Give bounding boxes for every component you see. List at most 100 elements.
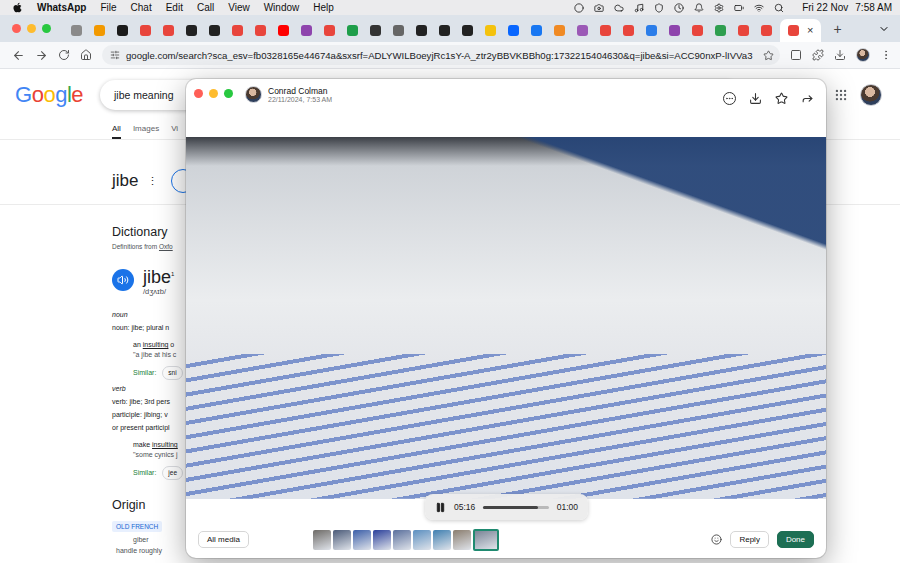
browser-tab[interactable] xyxy=(688,19,707,42)
browser-tab[interactable]: × xyxy=(780,19,821,42)
status-icon[interactable] xyxy=(654,3,664,13)
status-icon[interactable] xyxy=(754,3,764,13)
browser-tab[interactable] xyxy=(90,19,109,42)
status-icon[interactable] xyxy=(694,3,704,13)
browser-tab[interactable] xyxy=(665,19,684,42)
browser-tab[interactable] xyxy=(527,19,546,42)
viewer-close-icon[interactable] xyxy=(194,89,203,98)
menu-item[interactable]: View xyxy=(228,2,250,13)
browser-tab[interactable] xyxy=(182,19,201,42)
result-tab[interactable]: Vi xyxy=(171,124,178,139)
all-media-button[interactable]: All media xyxy=(198,531,249,548)
browser-tab[interactable] xyxy=(596,19,615,42)
browser-tab[interactable] xyxy=(757,19,776,42)
browser-tab[interactable] xyxy=(366,19,385,42)
browser-tab[interactable] xyxy=(550,19,569,42)
browser-tab[interactable] xyxy=(435,19,454,42)
browser-tab[interactable] xyxy=(159,19,178,42)
browser-tab[interactable] xyxy=(228,19,247,42)
browser-tab[interactable] xyxy=(67,19,86,42)
minimize-light-icon[interactable] xyxy=(27,24,36,33)
apps-grid-icon[interactable] xyxy=(834,88,848,102)
video-frame[interactable] xyxy=(186,137,826,499)
similar-chip[interactable]: sni xyxy=(162,366,182,380)
status-icon[interactable] xyxy=(634,3,644,13)
browser-tab[interactable] xyxy=(320,19,339,42)
forward-icon[interactable] xyxy=(35,49,48,62)
pause-icon[interactable] xyxy=(435,502,446,513)
status-icon[interactable] xyxy=(774,3,784,13)
browser-tab[interactable] xyxy=(251,19,270,42)
address-bar[interactable]: google.com/search?sca_esv=fb0328165e4467… xyxy=(102,45,780,65)
media-thumbnail[interactable] xyxy=(453,530,471,550)
menu-item[interactable]: File xyxy=(100,2,116,13)
more-options-button[interactable] xyxy=(723,92,736,105)
menu-item[interactable]: Chat xyxy=(131,2,152,13)
star-icon[interactable] xyxy=(775,92,788,105)
tab-search-icon[interactable] xyxy=(878,23,890,35)
browser-tab[interactable] xyxy=(734,19,753,42)
browser-tab[interactable] xyxy=(642,19,661,42)
browser-tab[interactable] xyxy=(481,19,500,42)
source-link[interactable]: Oxfo xyxy=(159,243,173,250)
definition-link[interactable]: insulting xyxy=(152,441,178,448)
menu-item[interactable]: Window xyxy=(264,2,300,13)
status-icon[interactable] xyxy=(734,3,744,13)
result-tab[interactable]: Images xyxy=(133,124,159,139)
status-icon[interactable] xyxy=(674,3,684,13)
sender-avatar[interactable] xyxy=(245,86,262,103)
home-icon[interactable] xyxy=(80,49,92,61)
close-light-icon[interactable] xyxy=(12,24,21,33)
browser-tab[interactable] xyxy=(297,19,316,42)
status-icon[interactable] xyxy=(714,3,724,13)
video-scrubber[interactable] xyxy=(483,506,548,509)
extensions-puzzle-icon[interactable] xyxy=(812,49,824,61)
media-thumbnail[interactable] xyxy=(313,530,331,550)
media-thumbnail[interactable] xyxy=(413,530,431,550)
bookmark-star-icon[interactable] xyxy=(763,50,774,61)
google-account-avatar[interactable] xyxy=(860,84,882,106)
menu-item[interactable]: Edit xyxy=(166,2,183,13)
save-icon[interactable] xyxy=(749,92,762,105)
back-icon[interactable] xyxy=(12,49,25,62)
apple-icon[interactable] xyxy=(12,2,23,13)
browser-tab[interactable] xyxy=(205,19,224,42)
browser-tab[interactable] xyxy=(136,19,155,42)
browser-tab[interactable] xyxy=(113,19,132,42)
media-thumbnail[interactable] xyxy=(393,530,411,550)
forward-icon[interactable] xyxy=(801,92,814,105)
more-options-button[interactable]: ⋮ xyxy=(147,175,158,188)
menu-item[interactable]: Help xyxy=(313,2,334,13)
chrome-menu-icon[interactable] xyxy=(880,49,892,61)
viewer-minimize-icon[interactable] xyxy=(209,89,218,98)
browser-tab[interactable] xyxy=(573,19,592,42)
site-info-icon[interactable] xyxy=(110,50,120,60)
reply-button[interactable]: Reply xyxy=(730,531,768,548)
media-thumbnail[interactable] xyxy=(473,529,499,551)
menu-clock[interactable]: Fri 22 Nov7:58 AM xyxy=(802,2,892,13)
download-icon[interactable] xyxy=(834,49,846,61)
browser-tab[interactable] xyxy=(412,19,431,42)
media-thumbnail[interactable] xyxy=(373,530,391,550)
similar-chip[interactable]: jee xyxy=(162,466,183,480)
status-icon[interactable] xyxy=(594,3,604,13)
browser-tab[interactable] xyxy=(711,19,730,42)
browser-tab[interactable] xyxy=(458,19,477,42)
media-thumbnail[interactable] xyxy=(433,530,451,550)
reload-icon[interactable] xyxy=(58,49,70,61)
tab-close-button[interactable]: × xyxy=(807,25,813,36)
browser-tab[interactable] xyxy=(504,19,523,42)
menu-item[interactable]: Call xyxy=(197,2,214,13)
result-tab[interactable]: All xyxy=(112,124,121,139)
emoji-icon[interactable] xyxy=(711,534,722,545)
zoom-light-icon[interactable] xyxy=(42,24,51,33)
media-thumbnail[interactable] xyxy=(333,530,351,550)
google-logo[interactable]: Google xyxy=(15,82,79,108)
status-icon[interactable] xyxy=(574,3,584,13)
browser-tab[interactable] xyxy=(274,19,293,42)
media-thumbnail[interactable] xyxy=(353,530,371,550)
done-button[interactable]: Done xyxy=(777,531,814,548)
new-tab-button[interactable]: + xyxy=(833,22,841,36)
extension-icon[interactable] xyxy=(790,49,802,61)
definition-link[interactable]: insulting xyxy=(143,341,169,348)
